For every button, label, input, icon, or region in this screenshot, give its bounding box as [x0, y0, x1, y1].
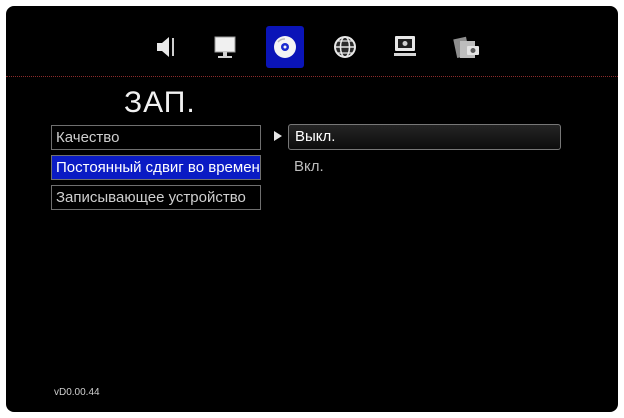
option-off[interactable]: Выкл.: [288, 124, 561, 150]
menu-item-recording-device[interactable]: Записывающее устройство: [51, 185, 261, 210]
option-on[interactable]: Вкл.: [288, 155, 561, 181]
media-photo-icon[interactable]: [448, 26, 486, 68]
submenu-arrow-icon: [274, 131, 282, 141]
page-title: ЗАП.: [124, 86, 196, 119]
audio-icon[interactable]: [148, 26, 186, 68]
menu-item-quality[interactable]: Качество: [51, 125, 261, 150]
top-divider: [6, 76, 618, 77]
top-menu-bar: [6, 6, 618, 78]
display-icon[interactable]: [206, 26, 244, 68]
screen: ЗАП. Качество Постоянный сдвиг во времен…: [6, 6, 618, 412]
system-computer-icon[interactable]: [386, 26, 424, 68]
disc-record-icon[interactable]: [266, 26, 304, 68]
menu-item-timeshift[interactable]: Постоянный сдвиг во времени: [51, 155, 261, 180]
network-globe-icon[interactable]: [326, 26, 364, 68]
version-label: vD0.00.44: [54, 387, 100, 398]
